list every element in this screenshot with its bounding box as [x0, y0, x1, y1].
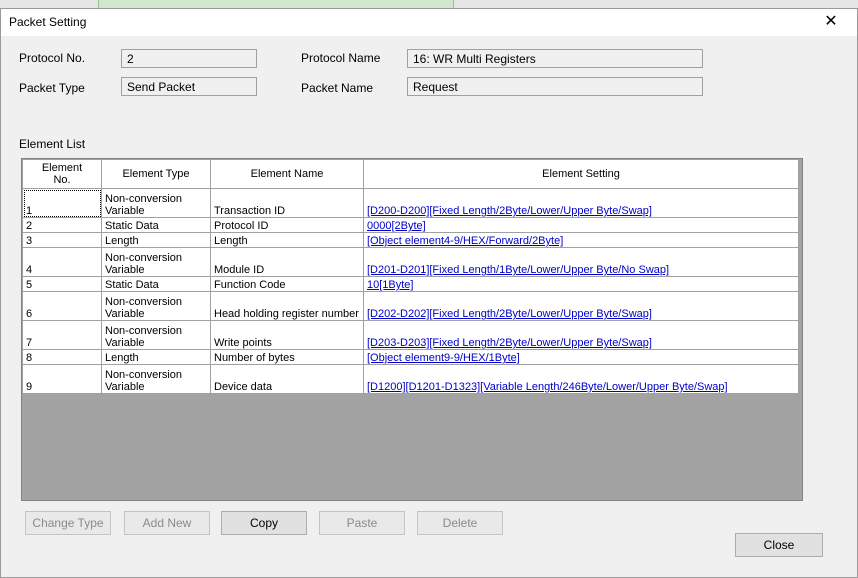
element-type-cell: Non-conversion Variable	[101, 291, 211, 321]
element-no-cell: 2	[22, 217, 102, 233]
element-name-cell: Transaction ID	[210, 188, 364, 218]
title-bar: Packet Setting ✕	[1, 9, 857, 36]
element-setting-cell[interactable]: [Object element4-9/HEX/Forward/2Byte]	[363, 232, 799, 248]
element-setting-cell[interactable]: 10[1Byte]	[363, 276, 799, 292]
element-setting-cell[interactable]: 0000[2Byte]	[363, 217, 799, 233]
add-new-button[interactable]: Add New	[124, 511, 210, 535]
element-type-cell: Length	[101, 349, 211, 365]
header-element-no[interactable]: Element No.	[22, 159, 102, 189]
packet-type-label: Packet Type	[19, 81, 85, 95]
table-row[interactable]: 4 Non-conversion Variable Module ID [D201-D…	[22, 247, 799, 277]
element-setting-cell[interactable]: [Object element9-9/HEX/1Byte]	[363, 349, 799, 365]
packet-name-field: Request	[407, 77, 703, 96]
element-type-cell: Non-conversion Variable	[101, 364, 211, 394]
table-row[interactable]: 8 Length Number of bytes [Object element9-9…	[22, 349, 799, 365]
element-type-cell: Non-conversion Variable	[101, 247, 211, 277]
element-setting-cell[interactable]: [D201-D201][Fixed Length/1Byte/Lower/Upp…	[363, 247, 799, 277]
header-element-type[interactable]: Element Type	[101, 159, 211, 189]
element-no-cell: 5	[22, 276, 102, 292]
dialog-title: Packet Setting	[9, 15, 87, 29]
copy-button[interactable]: Copy	[221, 511, 307, 535]
element-type-cell: Non-conversion Variable	[101, 188, 211, 218]
header-element-name[interactable]: Element Name	[210, 159, 364, 189]
header-element-setting[interactable]: Element Setting	[363, 159, 799, 189]
close-button[interactable]: Close	[735, 533, 823, 557]
protocol-name-field: 16: WR Multi Registers	[407, 49, 703, 68]
table-row[interactable]: 9 Non-conversion Variable Device data [D120…	[22, 364, 799, 394]
element-type-cell: Length	[101, 232, 211, 248]
table-row[interactable]: 1 Non-conversion Variable Transaction ID [D…	[22, 188, 799, 218]
table-row[interactable]: 5 Static Data Function Code 10[1Byte]	[22, 276, 799, 292]
element-list-grid[interactable]: Element No. Element Type Element Name El…	[21, 158, 803, 501]
element-type-cell: Static Data	[101, 276, 211, 292]
protocol-name-label: Protocol Name	[301, 51, 381, 65]
element-name-cell: Write points	[210, 320, 364, 350]
delete-button[interactable]: Delete	[417, 511, 503, 535]
element-no-cell: 7	[22, 320, 102, 350]
table-row[interactable]: 7 Non-conversion Variable Write points [D20…	[22, 320, 799, 350]
element-no-cell: 6	[22, 291, 102, 321]
element-setting-cell[interactable]: [D202-D202][Fixed Length/2Byte/Lower/Upp…	[363, 291, 799, 321]
element-list-label: Element List	[19, 137, 86, 151]
element-no-cell: 1	[22, 188, 102, 218]
element-name-cell: Function Code	[210, 276, 364, 292]
packet-name-label: Packet Name	[301, 81, 374, 95]
element-setting-cell[interactable]: [D1200][D1201-D1323][Variable Length/246…	[363, 364, 799, 394]
element-name-cell: Protocol ID	[210, 217, 364, 233]
element-no-cell: 4	[22, 247, 102, 277]
element-name-cell: Module ID	[210, 247, 364, 277]
protocol-no-field: 2	[121, 49, 257, 68]
element-setting-cell[interactable]: [D200-D200][Fixed Length/2Byte/Lower/Upp…	[363, 188, 799, 218]
element-no-cell: 3	[22, 232, 102, 248]
table-row[interactable]: 2 Static Data Protocol ID 0000[2Byte]	[22, 217, 799, 233]
element-name-cell: Length	[210, 232, 364, 248]
element-type-cell: Static Data	[101, 217, 211, 233]
element-no-cell: 8	[22, 349, 102, 365]
paste-button[interactable]: Paste	[319, 511, 405, 535]
change-type-button[interactable]: Change Type	[25, 511, 111, 535]
element-type-cell: Non-conversion Variable	[101, 320, 211, 350]
element-name-cell: Device data	[210, 364, 364, 394]
table-header-row: Element No. Element Type Element Name El…	[22, 159, 799, 189]
protocol-no-label: Protocol No.	[19, 51, 86, 65]
packet-setting-dialog: Packet Setting ✕ Protocol No. 2 Protocol…	[0, 8, 858, 578]
element-no-cell: 9	[22, 364, 102, 394]
table-row[interactable]: 6 Non-conversion Variable Head holding reg…	[22, 291, 799, 321]
packet-type-field: Send Packet	[121, 77, 257, 96]
element-table: Element No. Element Type Element Name El…	[22, 159, 799, 394]
table-row[interactable]: 3 Length Length [Object element4-9/HEX/Forw…	[22, 232, 799, 248]
element-setting-cell[interactable]: [D203-D203][Fixed Length/2Byte/Lower/Upp…	[363, 320, 799, 350]
element-name-cell: Head holding register number	[210, 291, 364, 321]
element-name-cell: Number of bytes	[210, 349, 364, 365]
close-icon[interactable]: ✕	[819, 11, 843, 33]
